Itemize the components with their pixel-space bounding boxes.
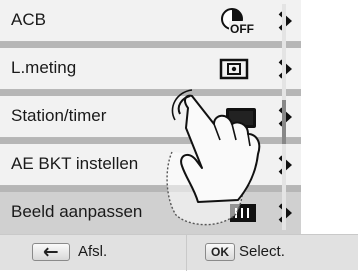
menu-item-image-adjust[interactable]: Beeld aanpassen [0, 192, 301, 234]
back-key-icon [32, 243, 70, 261]
camera-menu-screen: ACB OFF L.meting Station/timer AE BKT in… [0, 0, 358, 271]
bottom-action-bar: Afsl. OK Select. [0, 234, 358, 271]
ok-key: OK [205, 243, 235, 261]
menu-item-acb[interactable]: ACB OFF [0, 0, 301, 42]
menu-item-drive-timer[interactable]: Station/timer [0, 96, 301, 138]
menu-item-label: Beeld aanpassen [11, 202, 143, 221]
acb-off-text: OFF [230, 22, 254, 35]
menu-item-metering[interactable]: L.meting [0, 48, 301, 90]
image-adjust-icon [230, 204, 256, 222]
back-button[interactable]: Afsl. [0, 235, 185, 271]
menu-item-label: Station/timer [11, 106, 107, 125]
menu-item-ae-bracket[interactable]: AE BKT instellen [0, 144, 301, 186]
single-shot-icon [226, 108, 256, 128]
select-button[interactable]: OK Select. [186, 235, 358, 271]
scrollbar-thumb[interactable] [282, 100, 286, 144]
menu-item-label: AE BKT instellen [11, 154, 139, 173]
select-label: Select. [239, 243, 285, 260]
menu-item-label: L.meting [11, 58, 77, 77]
acb-off-icon: OFF [221, 8, 256, 35]
metering-icon [219, 58, 249, 80]
ae-bracket-icon [228, 155, 254, 175]
menu-list: ACB OFF L.meting Station/timer AE BKT in… [0, 0, 301, 234]
back-label: Afsl. [78, 243, 108, 260]
menu-item-label: ACB [11, 10, 46, 29]
